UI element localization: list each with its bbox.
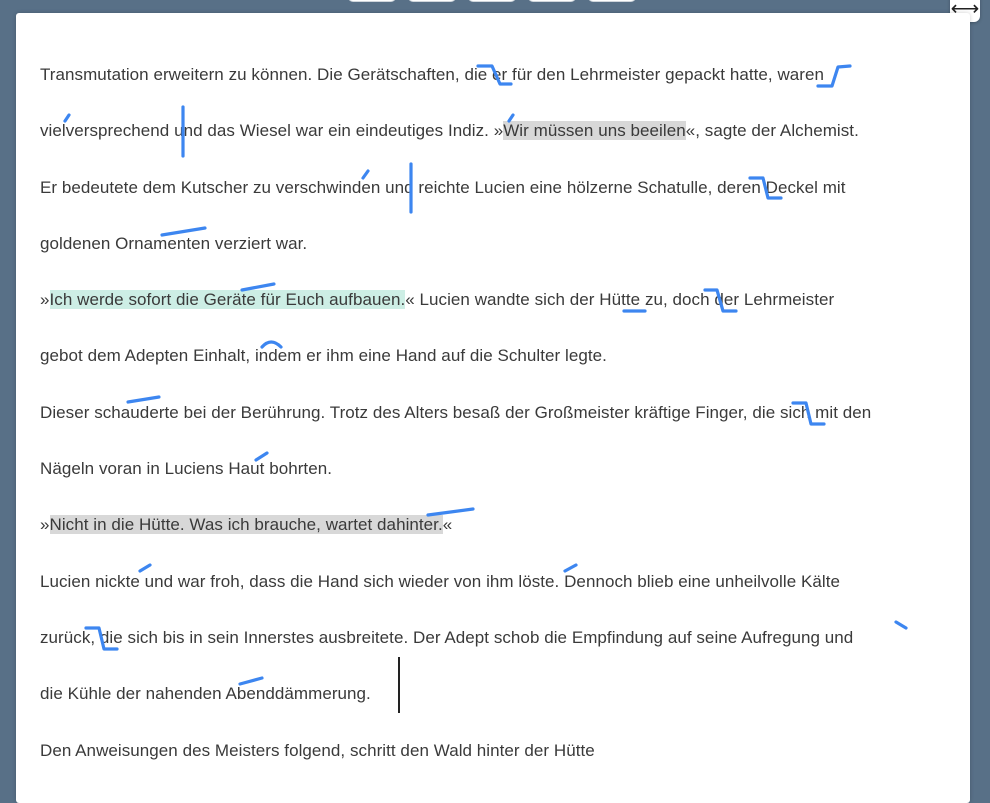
text-segment: Den Anweisungen des Meisters folgend, sc… <box>40 740 595 760</box>
text-line[interactable]: gebot dem Adepten Einhalt, indem er ihm … <box>40 328 950 384</box>
text-line[interactable]: zurück, die sich bis in sein Innerstes a… <box>40 610 950 666</box>
toolbar-button-2[interactable] <box>408 0 456 2</box>
text-line[interactable]: goldenen Ornamenten verziert war. <box>40 216 950 272</box>
text-line[interactable]: Transmutation erweitern zu können. Die G… <box>40 47 950 103</box>
text-line[interactable]: Den Anweisungen des Meisters folgend, sc… <box>40 723 950 779</box>
text-line[interactable]: Nägeln voran in Luciens Haut bohrten. <box>40 441 950 497</box>
text-line[interactable]: »Nicht in die Hütte. Was ich brauche, wa… <box>40 497 950 553</box>
text-line[interactable]: Er bedeutete dem Kutscher zu verschwinde… <box>40 160 950 216</box>
text-segment: «, sagte der Alchemist. <box>685 121 859 141</box>
text-segment: » <box>40 515 50 535</box>
text-segment: Nägeln voran in Luciens Haut bohrten. <box>40 459 332 479</box>
toolbar-button-4[interactable] <box>528 0 576 2</box>
text-segment: » <box>40 290 50 310</box>
text-segment: gebot dem Adepten Einhalt, indem er ihm … <box>40 346 607 366</box>
toolbar-button-3[interactable] <box>468 0 516 2</box>
text-segment: Transmutation erweitern zu können. Die G… <box>40 65 824 84</box>
text-line[interactable]: Dieser schauderte bei der Berührung. Tro… <box>40 385 950 441</box>
text-segment: die Kühle der nahenden Abenddämmerung. <box>40 684 371 704</box>
text-line[interactable]: »Ich werde sofort die Geräte für Euch au… <box>40 272 950 328</box>
text-segment: Er bedeutete dem Kutscher zu verschwinde… <box>40 177 846 197</box>
text-cursor <box>398 657 400 713</box>
text-line[interactable]: die Kühle der nahenden Abenddämmerung. <box>40 666 950 722</box>
toolbar-button-5[interactable] <box>588 0 636 2</box>
text-segment: Dieser schauderte bei der Berührung. Tro… <box>40 402 872 422</box>
document-text[interactable]: Transmutation erweitern zu können. Die G… <box>40 47 950 779</box>
text-segment: « <box>442 515 453 535</box>
text-segment: zurück, die sich bis in sein Innerstes a… <box>40 627 854 647</box>
text-line[interactable]: Lucien nickte und war froh, dass die Han… <box>40 554 950 610</box>
highlight-gray: Wir müssen uns beeilen <box>503 121 686 141</box>
text-segment: Lucien nickte und war froh, dass die Han… <box>40 571 840 591</box>
toolbar-button-1[interactable] <box>348 0 396 2</box>
highlight-gray: Nicht in die Hütte. Was ich brauche, war… <box>49 515 443 535</box>
text-segment: goldenen Ornamenten verziert war. <box>40 233 308 253</box>
text-line[interactable]: vielversprechend und das Wiesel war ein … <box>40 103 950 159</box>
highlight-green: Ich werde sofort die Geräte für Euch auf… <box>49 290 406 310</box>
text-segment: vielversprechend und das Wiesel war ein … <box>40 121 504 141</box>
text-segment: « Lucien wandte sich der Hütte zu, doch … <box>405 290 835 310</box>
